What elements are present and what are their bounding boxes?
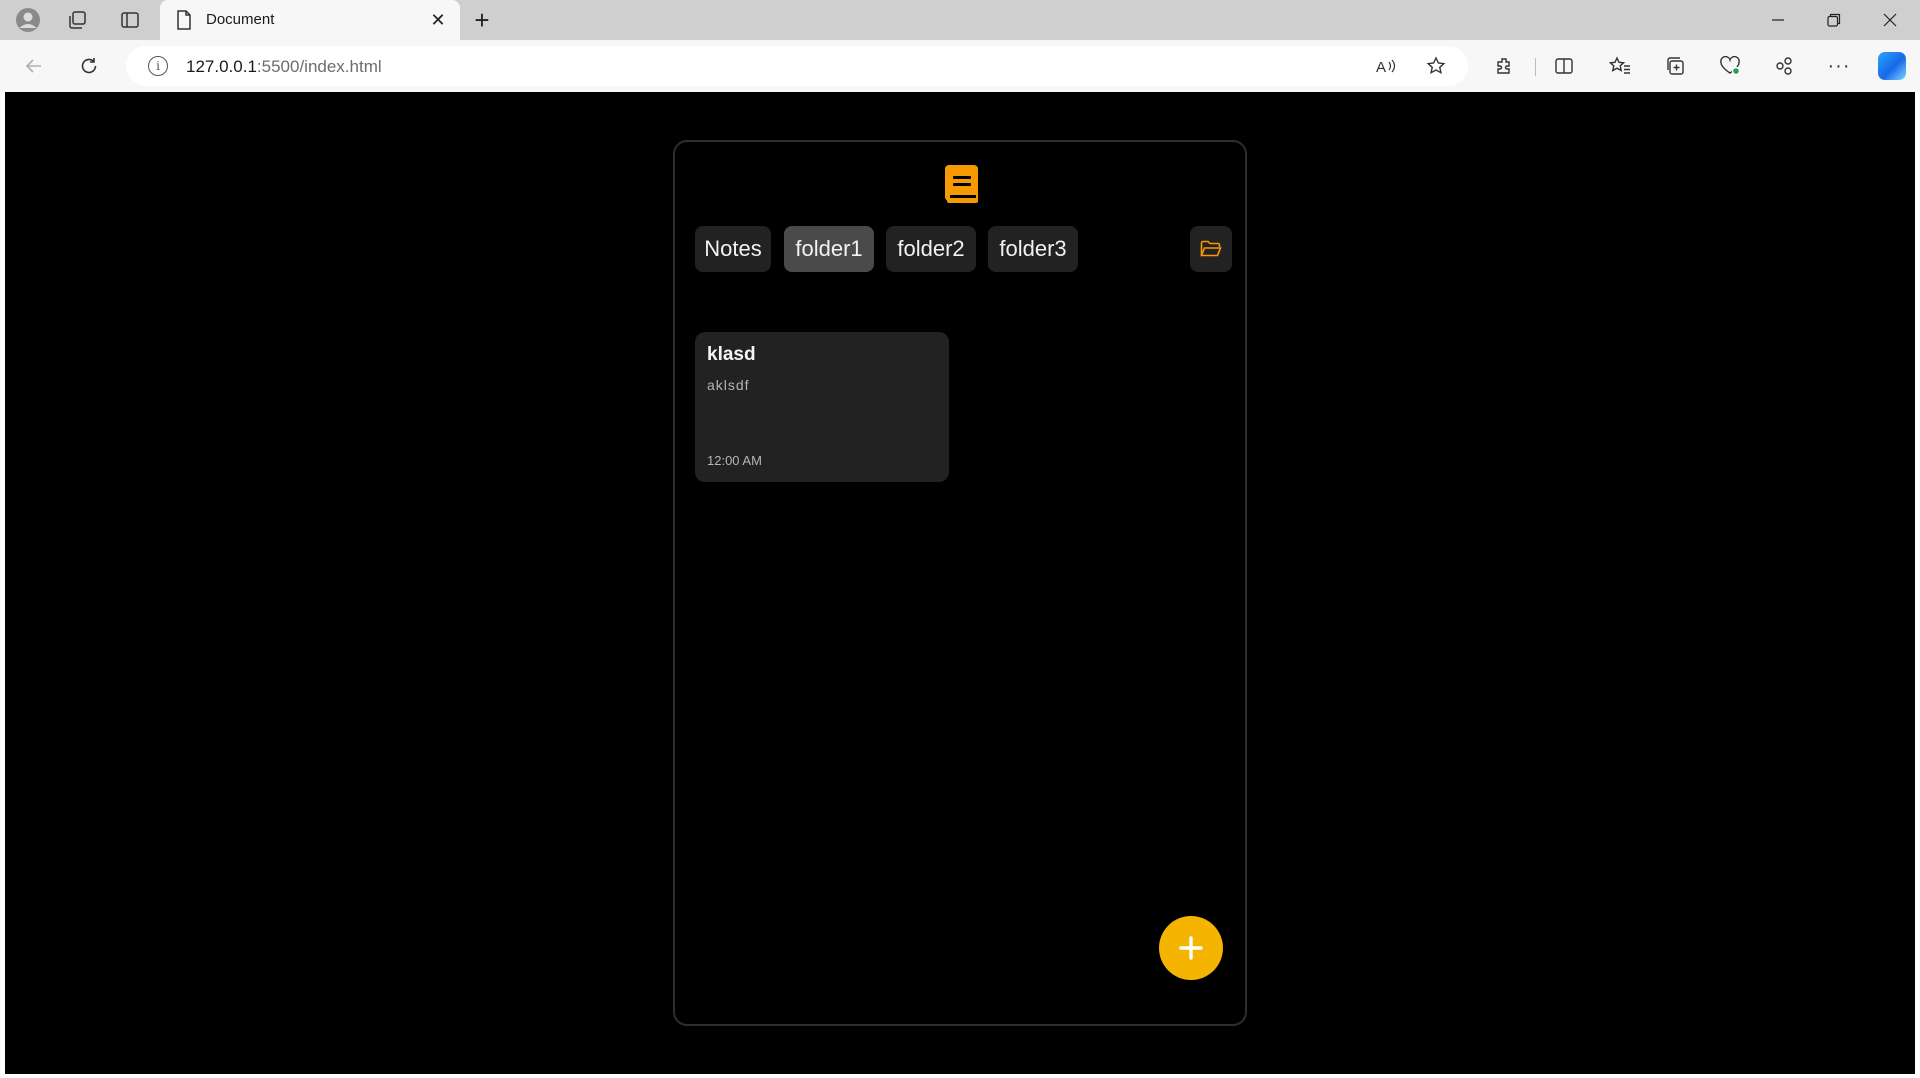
folder-tab-folder2[interactable]: folder2 <box>886 226 976 272</box>
vertical-tabs-icon[interactable] <box>114 6 146 34</box>
toolbar-divider <box>1535 58 1536 76</box>
read-aloud-icon[interactable]: A <box>1370 50 1402 82</box>
note-preview: aklsdf <box>707 377 750 393</box>
svg-text:A: A <box>1376 59 1386 76</box>
extensions-icon[interactable] <box>1488 50 1520 82</box>
tab-title: Document <box>206 11 275 28</box>
refresh-icon[interactable] <box>73 50 105 82</box>
more-options-icon[interactable]: ··· <box>1823 50 1855 82</box>
note-timestamp: 12:00 AM <box>707 453 762 468</box>
document-icon <box>176 10 192 35</box>
split-screen-icon[interactable] <box>1548 50 1580 82</box>
collections-icon[interactable] <box>1659 50 1691 82</box>
favorites-icon[interactable] <box>1604 50 1636 82</box>
copilot-icon[interactable] <box>1878 52 1906 80</box>
back-icon[interactable] <box>18 50 50 82</box>
favorite-star-icon[interactable] <box>1420 50 1452 82</box>
notebook-icon <box>945 165 978 203</box>
page-viewport: Notes folder1 folder2 folder3 klasd akls… <box>5 92 1915 1074</box>
folder-tab-folder3[interactable]: folder3 <box>988 226 1078 272</box>
manage-folders-button[interactable] <box>1190 226 1232 272</box>
notes-app-container: Notes folder1 folder2 folder3 klasd akls… <box>673 140 1247 1026</box>
note-title: klasd <box>707 344 756 365</box>
browser-tab-bar: Document ✕ + <box>0 0 1920 40</box>
restore-icon[interactable] <box>1806 0 1862 40</box>
url-text[interactable]: 127.0.0.1:5500/index.html <box>186 57 382 77</box>
browser-tab[interactable]: Document ✕ <box>160 0 460 40</box>
folder-tab-folder1[interactable]: folder1 <box>784 226 874 272</box>
browser-toolbar: i 127.0.0.1:5500/index.html A ··· <box>0 40 1920 92</box>
browser-essentials-icon[interactable] <box>1714 50 1746 82</box>
plus-icon <box>1179 936 1203 960</box>
address-bar[interactable]: i 127.0.0.1:5500/index.html A <box>126 46 1468 86</box>
folder-open-icon <box>1200 240 1222 257</box>
share-icon[interactable] <box>1768 50 1800 82</box>
add-note-button[interactable] <box>1159 916 1223 980</box>
profile-icon[interactable] <box>12 6 44 34</box>
minimize-icon[interactable] <box>1750 0 1806 40</box>
new-tab-button[interactable]: + <box>466 4 498 36</box>
workspaces-icon[interactable] <box>61 6 93 34</box>
note-card[interactable]: klasd aklsdf 12:00 AM <box>695 332 949 482</box>
folder-tab-notes[interactable]: Notes <box>695 226 771 272</box>
site-info-icon[interactable]: i <box>148 56 168 76</box>
close-window-icon[interactable] <box>1862 0 1918 40</box>
close-tab-icon[interactable]: ✕ <box>426 8 450 32</box>
